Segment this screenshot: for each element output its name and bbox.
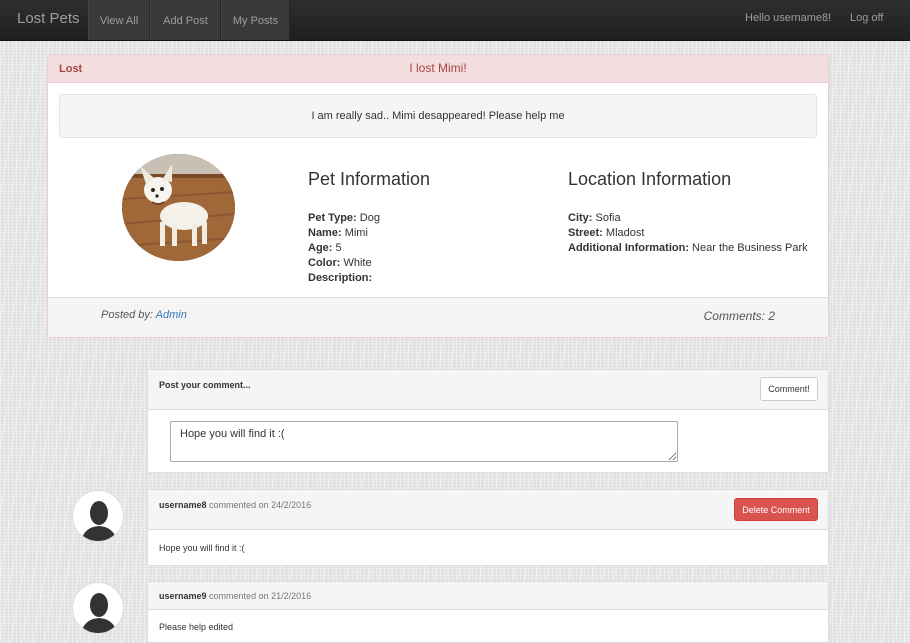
additional-info-row: Additional Information: Near the Busines…	[568, 242, 808, 254]
comment-form: Post your comment... Comment!	[147, 369, 829, 473]
brand-link[interactable]: Lost Pets	[17, 10, 80, 27]
comment-header: username9 commented on 21/2/2016	[148, 582, 828, 610]
nav-add-post[interactable]: Add Post	[150, 0, 221, 40]
avatar	[72, 490, 124, 542]
comment-form-header: Post your comment... Comment!	[148, 370, 828, 410]
nav-my-posts[interactable]: My Posts	[221, 0, 290, 40]
pet-info-list: Pet Type: Dog Name: Mimi Age: 5 Color: W…	[308, 211, 380, 286]
post-panel: Lost I lost Mimi! I am really sad.. Mimi…	[47, 54, 829, 338]
comment-card: username9 commented on 21/2/2016 Please …	[147, 581, 829, 643]
pet-name-row: Name: Mimi	[308, 227, 368, 239]
comment-header: username8 commented on 24/2/2016 Delete …	[148, 490, 828, 530]
author-link[interactable]: Admin	[156, 309, 187, 321]
avatar	[72, 582, 124, 634]
comment-text: Please help edited	[159, 622, 234, 632]
comment-author: username9	[159, 591, 207, 601]
comment-button[interactable]: Comment!	[760, 377, 818, 401]
pet-info-heading: Pet Information	[308, 169, 431, 189]
nav-view-all[interactable]: View All	[88, 0, 150, 40]
comment-meta: username9 commented on 21/2/2016	[159, 591, 312, 601]
pet-age-row: Age: 5	[308, 242, 342, 254]
navbar: Lost Pets View All Add Post My Posts Hel…	[0, 0, 910, 41]
pet-color-row: Color: White	[308, 257, 372, 269]
comments-count: Comments: 2	[703, 309, 775, 323]
city-row: City: Sofia	[568, 212, 621, 224]
post-header: Lost I lost Mimi!	[48, 55, 828, 83]
location-info-heading: Location Information	[568, 169, 732, 189]
comment-input[interactable]	[170, 421, 678, 462]
pet-photo	[122, 154, 235, 261]
street-row: Street: Mladost	[568, 227, 645, 239]
delete-comment-button[interactable]: Delete Comment	[734, 498, 818, 521]
comment-meta: username8 commented on 24/2/2016	[159, 500, 312, 510]
comment-text: Hope you will find it :(	[159, 543, 245, 553]
logoff-link[interactable]: Log off	[850, 12, 883, 24]
location-info-list: City: Sofia Street: Mladost Additional I…	[568, 211, 808, 256]
user-greeting[interactable]: Hello username8!	[745, 12, 831, 24]
posted-by: Posted by: Admin	[101, 309, 187, 321]
user-silhouette-icon	[81, 593, 117, 633]
pet-type-row: Pet Type: Dog	[308, 212, 380, 224]
comment-card: username8 commented on 24/2/2016 Delete …	[147, 489, 829, 566]
post-description: I am really sad.. Mimi desappeared! Plea…	[59, 94, 817, 138]
comment-author: username8	[159, 500, 207, 510]
post-title: I lost Mimi!	[409, 61, 467, 75]
post-footer: Posted by: Admin Comments: 2	[48, 297, 828, 337]
comment-form-label: Post your comment...	[159, 380, 251, 390]
user-silhouette-icon	[81, 501, 117, 541]
pet-description-row: Description:	[308, 272, 373, 284]
